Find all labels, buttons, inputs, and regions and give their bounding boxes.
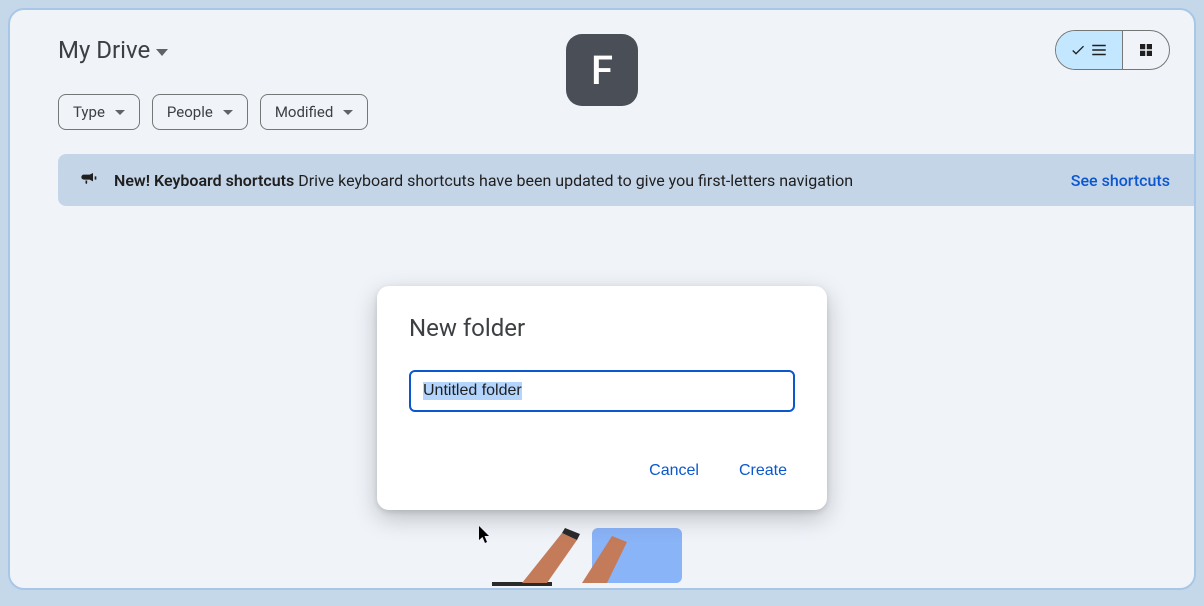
create-button[interactable]: Create — [731, 456, 795, 486]
folder-name-input[interactable] — [409, 370, 795, 412]
drive-main-container: My Drive F Type People Modified — [8, 8, 1196, 590]
dialog-actions: Cancel Create — [409, 456, 795, 486]
new-folder-dialog: New folder Cancel Create — [377, 286, 827, 510]
cancel-button[interactable]: Cancel — [641, 456, 707, 486]
dialog-title: New folder — [409, 314, 795, 342]
dialog-scrim: New folder Cancel Create — [10, 10, 1194, 588]
